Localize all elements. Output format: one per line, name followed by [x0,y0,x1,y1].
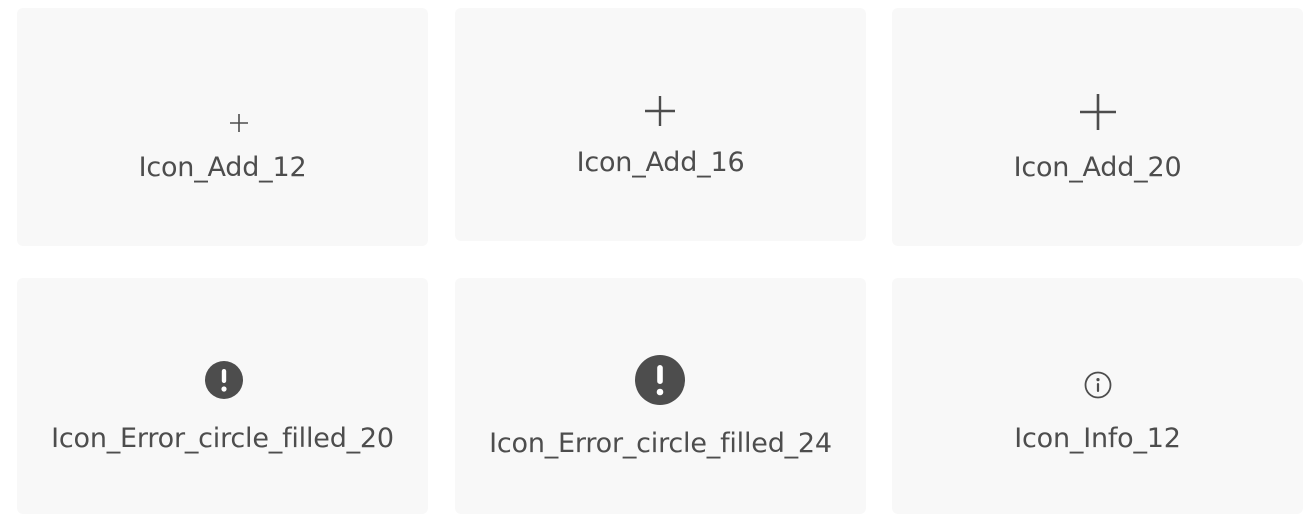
icon-card[interactable]: Icon_Add_16 [455,8,866,241]
icon-card[interactable]: Icon_Error_circle_filled_20 [17,278,428,514]
icon-label: Icon_Add_16 [576,147,745,178]
info-icon [1084,371,1112,399]
icon-card[interactable]: Icon_Add_20 [892,8,1303,246]
icon-label: Icon_Error_circle_filled_20 [51,423,394,454]
add-icon [230,114,248,132]
add-icon [645,96,675,126]
icon-card[interactable]: Icon_Info_12 [892,278,1303,514]
icon-label: Icon_Error_circle_filled_24 [489,428,832,459]
icon-card[interactable]: Icon_Add_12 [17,8,428,246]
icon-card[interactable]: Icon_Error_circle_filled_24 [455,278,866,514]
icon-label: Icon_Info_12 [1014,423,1181,454]
icon-label: Icon_Add_20 [1013,152,1182,183]
add-icon [1080,94,1116,130]
error-circle-filled-icon [635,355,685,405]
icon-label: Icon_Add_12 [138,152,307,183]
error-circle-filled-icon [205,361,243,399]
